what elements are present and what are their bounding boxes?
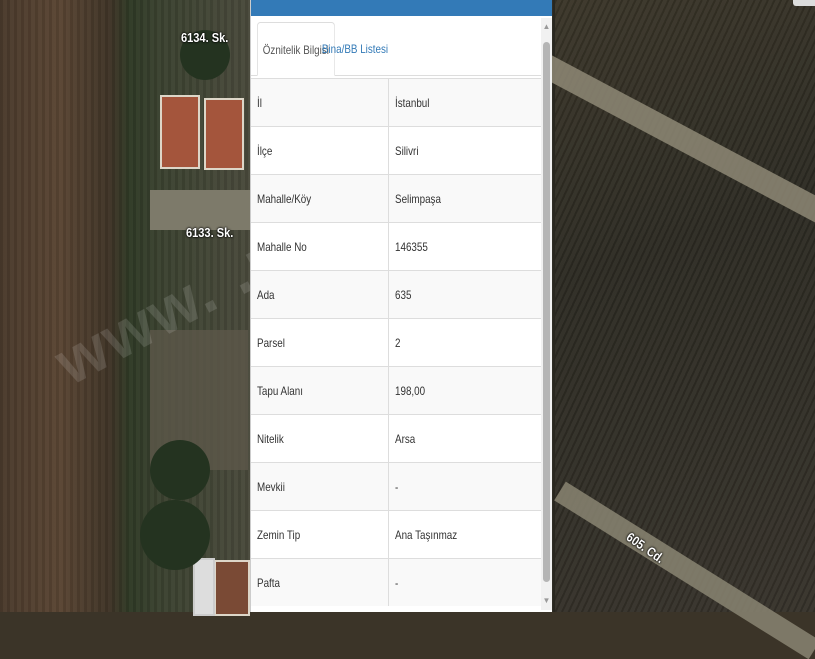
table-row: Mahalle No 146355	[251, 222, 542, 270]
attribute-panel: Öznitelik Bilgisi Bina/BB Listesi İl İsta…	[250, 0, 552, 612]
row-value: 146355	[395, 240, 428, 254]
row-value: 198,00	[395, 384, 426, 398]
row-key: Mevkii	[257, 480, 285, 494]
row-value: 2	[395, 336, 401, 350]
row-value: İstanbul	[395, 96, 430, 110]
scroll-down-icon[interactable]: ▼	[541, 594, 552, 608]
scroll-up-icon[interactable]: ▲	[541, 20, 552, 34]
tab-bar: Öznitelik Bilgisi Bina/BB Listesi	[251, 16, 541, 76]
row-key: Pafta	[257, 576, 280, 590]
row-key: Mahalle No	[257, 240, 307, 254]
table-row: İlçe Silivri	[251, 126, 542, 174]
row-key: Zemin Tip	[257, 528, 301, 542]
row-key: Tapu Alanı	[257, 384, 303, 398]
attribute-table: İl İstanbul İlçe Silivri Mahalle/Köy Selimp…	[251, 78, 542, 606]
map-control[interactable]	[793, 0, 815, 6]
row-key: Ada	[257, 288, 275, 302]
panel-header	[251, 0, 552, 16]
tab-building-list[interactable]: Bina/BB Listesi	[317, 22, 393, 76]
street-label: 6134. Sk.	[181, 30, 229, 45]
row-value: Arsa	[395, 432, 416, 446]
row-value: -	[395, 480, 399, 494]
row-key: Parsel	[257, 336, 285, 350]
row-value: Selimpaşa	[395, 192, 441, 206]
table-row: Mahalle/Köy Selimpaşa	[251, 174, 542, 222]
row-key: İl	[257, 96, 262, 110]
row-value: Ana Taşınmaz	[395, 528, 458, 542]
table-row: Mevkii -	[251, 462, 542, 510]
row-value: Silivri	[395, 144, 419, 158]
scroll-thumb[interactable]	[543, 42, 550, 582]
row-key: Mahalle/Köy	[257, 192, 312, 206]
building	[214, 560, 250, 616]
table-row: Parsel 2	[251, 318, 542, 366]
table-row: İl İstanbul	[251, 78, 542, 126]
table-row: Pafta -	[251, 558, 542, 606]
row-key: İlçe	[257, 144, 273, 158]
vertical-scrollbar[interactable]: ▲ ▼	[541, 18, 552, 610]
table-row: Ada 635	[251, 270, 542, 318]
road	[150, 190, 250, 230]
building	[204, 98, 244, 170]
building	[193, 558, 215, 616]
table-row: Nitelik Arsa	[251, 414, 542, 462]
row-value: 635	[395, 288, 412, 302]
trees	[150, 440, 210, 500]
trees	[140, 500, 210, 570]
table-row: Tapu Alanı 198,00	[251, 366, 542, 414]
table-row: Zemin Tip Ana Taşınmaz	[251, 510, 542, 558]
row-value: -	[395, 576, 399, 590]
building	[160, 95, 200, 169]
row-key: Nitelik	[257, 432, 284, 446]
